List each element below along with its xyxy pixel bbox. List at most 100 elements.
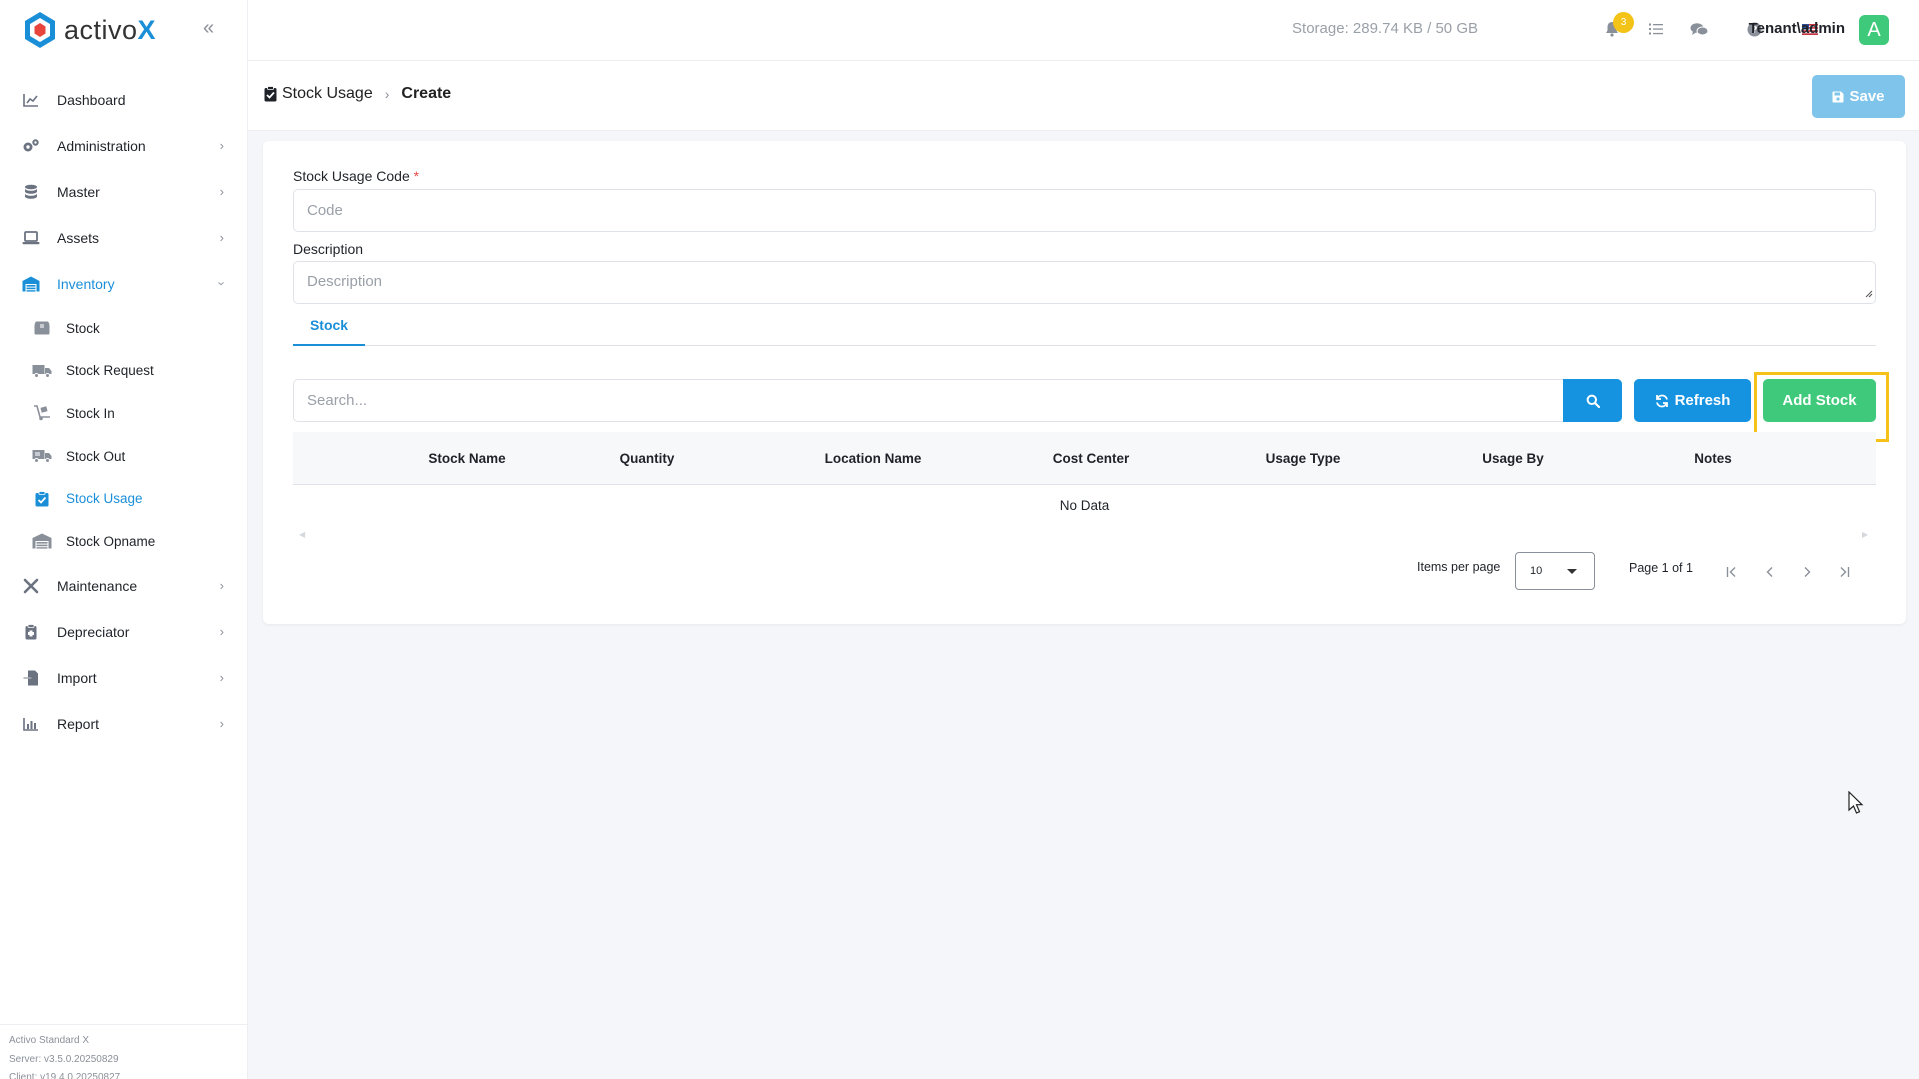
sidebar-item-label: Administration [57, 138, 146, 154]
current-user[interactable]: Tenant\admin [1749, 20, 1845, 37]
empty-table-message: No Data [1059, 498, 1110, 513]
warehouse-icon [22, 275, 40, 293]
sidebar-nav: Dashboard Administration › Master › Asse… [0, 77, 248, 747]
sidebar-item-label: Stock In [66, 405, 115, 421]
refresh-button[interactable]: Refresh [1634, 379, 1751, 422]
sidebar-subitem-stock-out[interactable]: Stock Out [0, 435, 248, 478]
sidebar-item-administration[interactable]: Administration › [0, 123, 248, 169]
required-asterisk: * [413, 168, 420, 184]
task-list-icon[interactable] [1646, 19, 1666, 39]
sidebar-item-dashboard[interactable]: Dashboard [0, 77, 248, 123]
sidebar-item-label: Maintenance [57, 577, 138, 594]
chevron-right-icon: › [219, 184, 224, 199]
stock-search-input[interactable] [293, 379, 1573, 422]
sidebar-item-assets[interactable]: Assets › [0, 215, 248, 261]
search-button[interactable] [1563, 379, 1622, 422]
server-version: Server: v3.5.0.20250829 [9, 1053, 119, 1065]
column-header-stock-name[interactable]: Stock Name [397, 451, 537, 466]
sidebar-subitem-stock[interactable]: Stock [0, 307, 248, 350]
chart-bar-icon [22, 715, 40, 733]
laptop-icon [22, 229, 40, 247]
tools-icon [22, 577, 40, 595]
sidebar-item-import[interactable]: Import › [0, 655, 248, 701]
breadcrumb-current: Create [401, 85, 452, 102]
last-page-icon[interactable] [1833, 561, 1855, 583]
chevron-right-icon: › [219, 577, 224, 593]
resize-grip-icon[interactable] [1865, 290, 1873, 298]
clipboard-check-icon [32, 490, 52, 508]
column-header-location-name[interactable]: Location Name [803, 451, 943, 466]
sidebar-item-maintenance[interactable]: Maintenance › [0, 563, 248, 609]
sidebar-item-depreciator[interactable]: Depreciator › [0, 609, 248, 655]
logo-text: activoX [64, 14, 157, 45]
next-page-icon[interactable] [1796, 561, 1818, 583]
sidebar-item-master[interactable]: Master › [0, 169, 248, 215]
scroll-right-icon[interactable]: ▶ [1862, 530, 1868, 539]
save-button[interactable]: Save [1812, 75, 1905, 118]
chevron-down-icon: › [214, 281, 230, 286]
sidebar-item-label: Stock Usage [66, 491, 143, 507]
chart-line-icon [22, 91, 40, 109]
refresh-icon [1655, 394, 1669, 408]
mouse-cursor-icon [1848, 791, 1864, 814]
column-header-usage-type[interactable]: Usage Type [1243, 451, 1363, 466]
items-per-page-label: Items per page [1417, 560, 1501, 574]
sidebar-subitem-stock-usage[interactable]: Stock Usage [0, 477, 248, 520]
box-icon [32, 319, 52, 337]
description-textarea[interactable] [293, 261, 1876, 304]
sidebar-subitem-stock-request[interactable]: Stock Request [0, 350, 248, 393]
avatar[interactable]: A [1859, 15, 1889, 45]
sidebar-item-label: Depreciator [57, 623, 130, 640]
items-per-page-select[interactable]: 10 [1515, 552, 1595, 590]
clipboard-check-icon [264, 86, 277, 102]
save-button-label: Save [1849, 88, 1885, 105]
page-info: Page 1 of 1 [1629, 561, 1693, 575]
truck-loading-icon [32, 447, 52, 465]
sidebar-item-inventory[interactable]: Inventory › [0, 261, 248, 307]
chevron-right-icon: › [219, 623, 224, 639]
column-header-quantity[interactable]: Quantity [587, 451, 707, 466]
notification-count-badge: 3 [1613, 12, 1634, 33]
topbar: Storage: 289.74 KB / 50 GB ? 3 Tenant\ad… [248, 0, 1919, 61]
column-header-notes[interactable]: Notes [1653, 451, 1773, 466]
logo-hex-icon [25, 12, 55, 48]
code-input[interactable] [293, 189, 1876, 232]
sidebar-item-label: Import [57, 669, 97, 686]
column-header-cost-center[interactable]: Cost Center [1031, 451, 1151, 466]
search-icon [1586, 394, 1600, 408]
sidebar-item-label: Report [57, 715, 100, 732]
client-version: Client: v19.4.0.20250827 [9, 1072, 121, 1079]
chevron-right-icon: › [219, 669, 224, 685]
scroll-left-icon[interactable]: ◀ [299, 530, 305, 539]
column-header-usage-by[interactable]: Usage By [1453, 451, 1573, 466]
sidebar-item-label: Assets [57, 230, 100, 246]
file-import-icon [22, 669, 40, 687]
app-logo[interactable]: activoX [22, 10, 156, 50]
dolly-icon [32, 404, 52, 422]
sidebar-item-label: Master [57, 184, 100, 200]
warehouse-icon [32, 532, 52, 550]
sidebar-item-label: Stock Request [66, 363, 154, 379]
chat-icon[interactable] [1689, 19, 1709, 39]
add-stock-button[interactable]: Add Stock [1763, 379, 1876, 422]
sidebar-item-label: Stock Out [66, 448, 126, 464]
stock-usage-form-card: Stock Usage Code * Description Stock Ref… [263, 141, 1906, 624]
page-header: Stock Usage › Create Save [248, 61, 1919, 131]
first-page-icon[interactable] [1721, 561, 1743, 583]
notification-bell-icon[interactable]: 3 [1602, 12, 1634, 39]
sidebar-subitem-stock-in[interactable]: Stock In [0, 392, 248, 435]
previous-page-icon[interactable] [1759, 561, 1781, 583]
sidebar-item-label: Dashboard [57, 92, 126, 108]
sidebar-item-label: Inventory [57, 276, 115, 292]
floppy-disk-icon [1832, 91, 1844, 103]
tab-stock[interactable]: Stock [293, 315, 365, 346]
collapse-sidebar-icon[interactable]: « [203, 18, 214, 38]
sidebar-subitem-stock-opname[interactable]: Stock Opname [0, 520, 248, 563]
chevron-right-icon: › [219, 715, 224, 731]
sidebar-item-report[interactable]: Report › [0, 701, 248, 747]
sidebar-item-label: Stock Opname [66, 533, 156, 549]
chevron-right-icon: › [384, 86, 390, 102]
breadcrumb: Stock Usage › Create [264, 85, 451, 103]
breadcrumb-parent-link[interactable]: Stock Usage [282, 85, 373, 103]
database-icon [22, 183, 40, 201]
